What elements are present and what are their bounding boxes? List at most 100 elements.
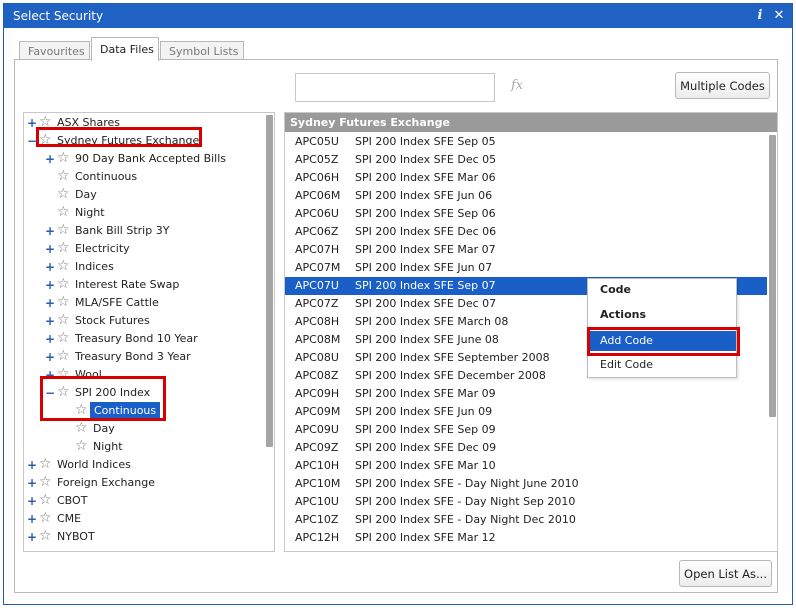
star-icon[interactable]: ☆	[75, 438, 88, 455]
row-code: APC10U	[295, 495, 339, 508]
tree-scrollbar[interactable]	[266, 115, 273, 447]
table-row[interactable]: APC05U SPI 200 Index SFE Sep 05	[285, 133, 767, 151]
tree-item-label: NYBOT	[57, 530, 95, 543]
star-icon[interactable]: ☆	[57, 168, 70, 185]
row-description: SPI 200 Index SFE Mar 10	[355, 459, 496, 472]
table-row[interactable]: APC09U SPI 200 Index SFE Sep 09	[285, 421, 767, 439]
expand-icon[interactable]: +	[27, 114, 37, 132]
star-icon[interactable]: ☆	[57, 150, 70, 167]
row-description: SPI 200 Index SFE - Day Night June 2010	[355, 477, 579, 490]
star-icon[interactable]: ☆	[57, 294, 70, 311]
exchange-tree[interactable]: + ☆ ASX Shares − ☆ Sydney Futures Exchan…	[23, 112, 275, 552]
star-icon[interactable]: ☆	[57, 186, 70, 203]
star-icon[interactable]: ☆	[39, 132, 52, 149]
collapse-icon[interactable]: −	[45, 384, 55, 402]
star-icon[interactable]: ☆	[39, 474, 52, 491]
table-row[interactable]: APC10H SPI 200 Index SFE Mar 10	[285, 457, 767, 475]
expand-icon[interactable]: +	[45, 276, 55, 294]
star-icon[interactable]: ☆	[57, 330, 70, 347]
tab-symbol-lists[interactable]: Symbol Lists	[160, 41, 244, 60]
expand-icon[interactable]: +	[45, 150, 55, 168]
star-icon[interactable]: ☆	[39, 492, 52, 509]
table-row[interactable]: APC09M SPI 200 Index SFE Jun 09	[285, 403, 767, 421]
info-icon[interactable]: i	[752, 7, 768, 24]
tree-item-label: Wool	[75, 368, 102, 381]
star-icon[interactable]: ☆	[57, 366, 70, 383]
row-code: APC05Z	[295, 153, 339, 166]
expand-icon[interactable]: +	[27, 528, 37, 546]
expand-icon[interactable]: +	[45, 330, 55, 348]
row-code: APC09Z	[295, 441, 339, 454]
star-icon[interactable]: ☆	[57, 240, 70, 257]
tab-favourites[interactable]: Favourites	[19, 41, 90, 60]
table-row[interactable]: APC06U SPI 200 Index SFE Sep 06	[285, 205, 767, 223]
expand-icon[interactable]: +	[45, 258, 55, 276]
row-code: APC06M	[295, 189, 341, 202]
star-icon[interactable]: ☆	[57, 222, 70, 239]
row-description: SPI 200 Index SFE Sep 06	[355, 207, 496, 220]
row-description: SPI 200 Index SFE Sep 09	[355, 423, 496, 436]
table-row[interactable]: APC07H SPI 200 Index SFE Mar 07	[285, 241, 767, 259]
open-list-as-button[interactable]: Open List As...	[679, 560, 772, 587]
tab-data-files[interactable]: Data Files	[91, 37, 159, 61]
table-row[interactable]: APC05Z SPI 200 Index SFE Dec 05	[285, 151, 767, 169]
expand-icon[interactable]: +	[45, 312, 55, 330]
star-icon[interactable]: ☆	[57, 312, 70, 329]
row-code: APC08U	[295, 351, 339, 364]
row-description: SPI 200 Index SFE Sep 07	[355, 279, 496, 292]
tree-item-label: Treasury Bond 10 Year	[75, 332, 198, 345]
row-description: SPI 200 Index SFE September 2008	[355, 351, 550, 364]
table-row[interactable]: APC06Z SPI 200 Index SFE Dec 06	[285, 223, 767, 241]
table-row[interactable]: APC10M SPI 200 Index SFE - Day Night June…	[285, 475, 767, 493]
close-icon[interactable]: ✕	[771, 7, 787, 24]
expand-icon[interactable]: +	[45, 222, 55, 240]
table-row[interactable]: APC07M SPI 200 Index SFE Jun 07	[285, 259, 767, 277]
star-icon[interactable]: ☆	[57, 276, 70, 293]
tree-item-label: Interest Rate Swap	[75, 278, 180, 291]
expand-icon[interactable]: +	[45, 294, 55, 312]
star-icon[interactable]: ☆	[57, 258, 70, 275]
context-menu: Code Actions Add Code Edit Code	[587, 278, 737, 378]
row-code: APC06H	[295, 171, 340, 184]
expand-icon[interactable]: +	[45, 240, 55, 258]
table-row[interactable]: APC06H SPI 200 Index SFE Mar 06	[285, 169, 767, 187]
collapse-icon[interactable]: −	[27, 132, 37, 150]
table-row[interactable]: APC10U SPI 200 Index SFE - Day Night Sep …	[285, 493, 767, 511]
star-icon[interactable]: ☆	[39, 114, 52, 131]
row-description: SPI 200 Index SFE Jun 07	[355, 261, 493, 274]
table-row[interactable]: APC10Z SPI 200 Index SFE - Day Night Dec …	[285, 511, 767, 529]
expand-icon[interactable]: +	[45, 348, 55, 366]
list-header: Sydney Futures Exchange	[285, 113, 777, 132]
row-description: SPI 200 Index SFE Mar 09	[355, 387, 496, 400]
code-input[interactable]	[295, 73, 495, 102]
star-icon[interactable]: ☆	[57, 204, 70, 221]
expand-icon[interactable]: +	[27, 492, 37, 510]
edit-code-menu-item[interactable]: Edit Code	[588, 355, 736, 375]
star-icon[interactable]: ☆	[75, 402, 88, 419]
multiple-codes-button[interactable]: Multiple Codes	[675, 72, 770, 99]
row-description: SPI 200 Index SFE Mar 12	[355, 531, 496, 544]
expand-icon[interactable]: +	[45, 366, 55, 384]
expand-icon[interactable]: +	[27, 510, 37, 528]
star-icon[interactable]: ☆	[57, 384, 70, 401]
row-description: SPI 200 Index SFE Jun 06	[355, 189, 493, 202]
star-icon[interactable]: ☆	[75, 420, 88, 437]
expand-icon[interactable]: +	[27, 456, 37, 474]
list-scrollbar[interactable]	[769, 135, 776, 417]
table-row[interactable]: APC06M SPI 200 Index SFE Jun 06	[285, 187, 767, 205]
star-icon[interactable]: ☆	[39, 528, 52, 545]
star-icon[interactable]: ☆	[57, 348, 70, 365]
row-code: APC10Z	[295, 513, 339, 526]
context-menu-header-actions: Actions	[600, 308, 646, 321]
table-row[interactable]: APC09H SPI 200 Index SFE Mar 09	[285, 385, 767, 403]
table-row[interactable]: APC09Z SPI 200 Index SFE Dec 09	[285, 439, 767, 457]
table-row[interactable]: APC12H SPI 200 Index SFE Mar 12	[285, 529, 767, 547]
row-code: APC10M	[295, 477, 341, 490]
fx-icon[interactable]: fx	[511, 78, 523, 93]
star-icon[interactable]: ☆	[39, 510, 52, 527]
add-code-menu-item[interactable]: Add Code	[588, 331, 736, 351]
row-description: SPI 200 Index SFE Mar 06	[355, 171, 496, 184]
star-icon[interactable]: ☆	[39, 456, 52, 473]
row-code: APC05U	[295, 135, 339, 148]
expand-icon[interactable]: +	[27, 474, 37, 492]
